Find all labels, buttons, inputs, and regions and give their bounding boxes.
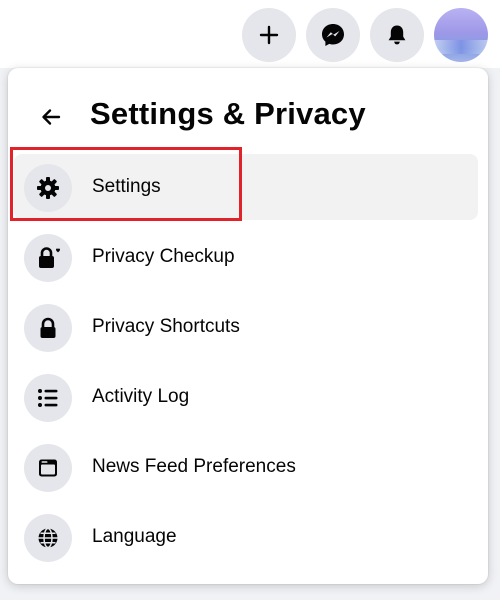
lock-heart-icon-circle xyxy=(24,234,72,282)
globe-icon xyxy=(38,527,58,549)
globe-icon-circle xyxy=(24,514,72,562)
feed-icon-circle xyxy=(24,444,72,492)
menu-item-settings[interactable]: Settings xyxy=(14,154,478,220)
list-icon-circle xyxy=(24,374,72,422)
menu-item-label: Activity Log xyxy=(92,386,190,407)
gear-icon xyxy=(37,177,59,199)
top-bar xyxy=(0,0,500,68)
menu-item-label: Language xyxy=(92,526,177,547)
menu-item-privacy-shortcuts[interactable]: Privacy Shortcuts xyxy=(14,294,478,360)
plus-icon xyxy=(259,25,279,45)
menu-item-label: News Feed Preferences xyxy=(92,456,296,477)
menu-item-label: Privacy Shortcuts xyxy=(92,316,240,337)
profile-avatar[interactable] xyxy=(434,8,488,62)
back-button[interactable] xyxy=(30,96,72,138)
bell-icon xyxy=(388,25,406,45)
menu-item-label: Privacy Checkup xyxy=(92,246,235,267)
menu-item-privacy-checkup[interactable]: Privacy Checkup xyxy=(14,224,478,290)
notifications-button[interactable] xyxy=(370,8,424,62)
menu-item-label: Settings xyxy=(92,176,161,197)
settings-privacy-menu: Settings & Privacy Settings Privacy Chec… xyxy=(8,68,488,584)
lock-icon xyxy=(40,317,56,338)
create-button[interactable] xyxy=(242,8,296,62)
menu-item-activity-log[interactable]: Activity Log xyxy=(14,364,478,430)
list-icon xyxy=(38,389,58,407)
feed-icon xyxy=(39,459,57,477)
lock-icon-circle xyxy=(24,304,72,352)
menu-item-news-feed-preferences[interactable]: News Feed Preferences xyxy=(14,434,478,500)
messenger-icon xyxy=(322,24,344,46)
menu-item-language[interactable]: Language xyxy=(14,504,478,570)
menu-header: Settings & Privacy xyxy=(8,90,488,144)
lock-heart-icon xyxy=(39,247,60,268)
menu-title: Settings & Privacy xyxy=(90,96,366,131)
gear-icon-circle xyxy=(24,164,72,212)
messenger-button[interactable] xyxy=(306,8,360,62)
arrow-left-icon xyxy=(42,109,61,125)
